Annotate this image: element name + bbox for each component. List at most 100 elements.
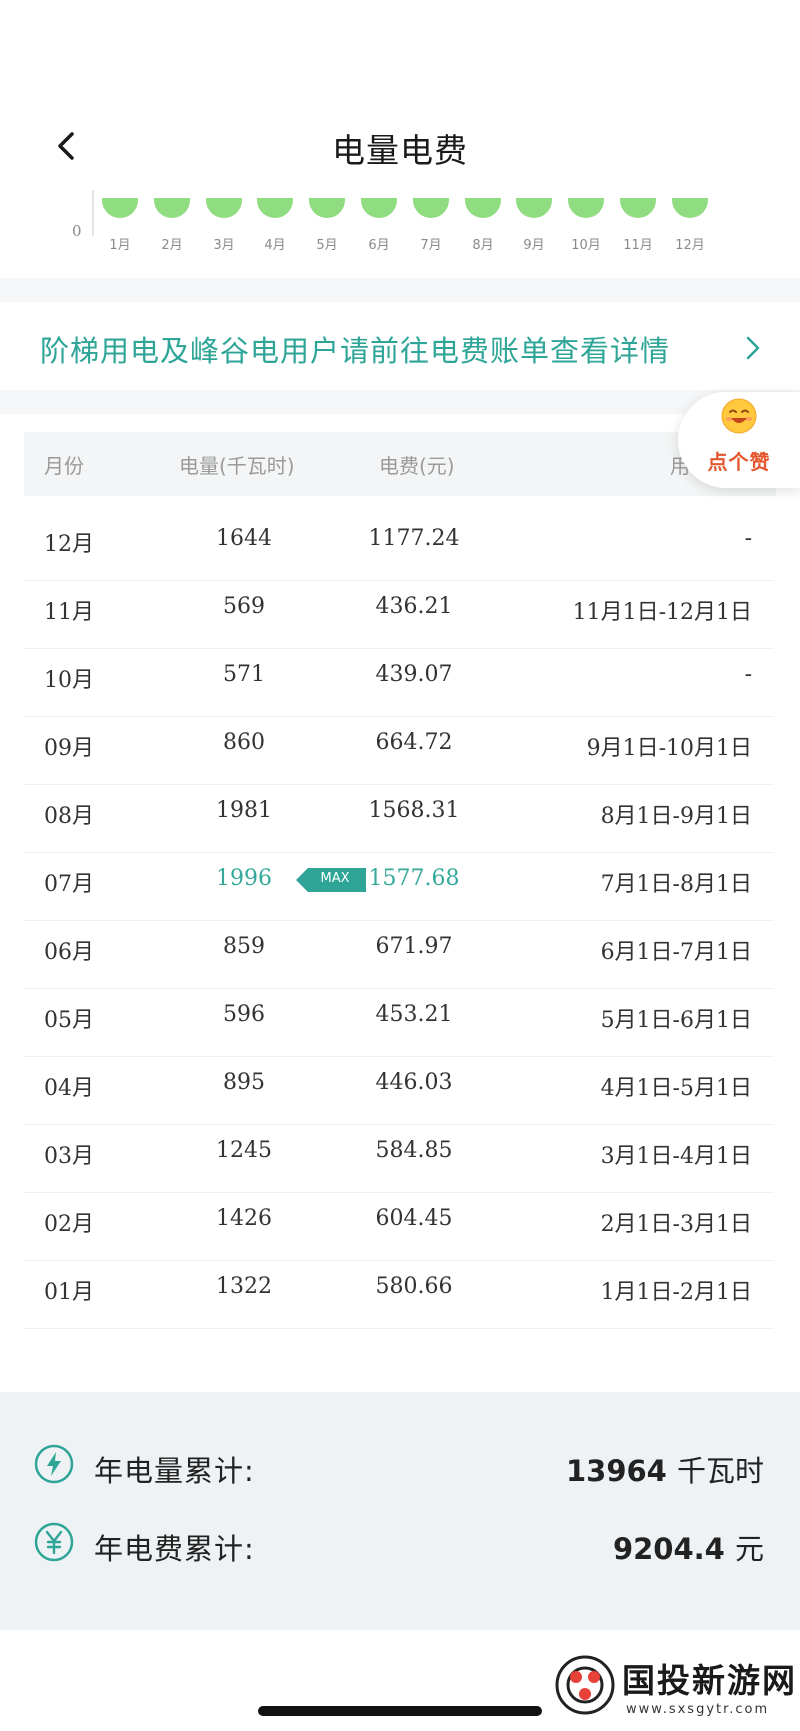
chart-bar-3[interactable]: 3月 <box>204 190 244 260</box>
cell-fee: 446.03 <box>375 1070 453 1095</box>
chart-month-label: 2月 <box>161 238 183 253</box>
header-fee: 电费(元) <box>379 454 455 478</box>
chart-bar-1[interactable]: 1月 <box>100 190 140 260</box>
cell-month: 09月 <box>44 736 94 761</box>
table-header: 月份 电量(千瓦时) 电费(元) 用 <box>24 432 776 496</box>
home-indicator[interactable] <box>258 1706 542 1716</box>
chart-bar-11[interactable]: 11月 <box>618 190 658 260</box>
cell-fee: 436.21 <box>375 594 453 619</box>
cell-kwh: 1245 <box>216 1138 272 1163</box>
cell-kwh: 1996 <box>216 866 272 891</box>
cell-fee: 664.72 <box>375 730 453 755</box>
cell-month: 03月 <box>44 1144 94 1169</box>
cell-fee: 584.85 <box>375 1138 453 1163</box>
table-row[interactable]: 06月 859 671.97 6月1日-7月1日 <box>24 914 774 989</box>
cell-month: 08月 <box>44 804 94 829</box>
chart-bar-8[interactable]: 8月 <box>463 190 503 260</box>
chart-bar-10[interactable]: 10月 <box>566 190 606 260</box>
cell-month: 01月 <box>44 1280 94 1305</box>
cell-kwh: 596 <box>223 1002 265 1027</box>
chart-month-label: 10月 <box>571 238 601 253</box>
cell-kwh: 569 <box>223 594 265 619</box>
max-badge: MAX <box>296 868 366 892</box>
chart-bar-4[interactable]: 4月 <box>255 190 295 260</box>
annual-kwh-row: 年电量累计: 13964 千瓦时 <box>0 1436 800 1496</box>
monthly-usage-chart: 0 1月 2月 3月 4月 5月 6月 7月 8月 9月 10月 11月 12月 <box>0 190 800 260</box>
table-row[interactable]: 07月 1996 1577.68 7月1日-8月1日 MAX <box>24 846 774 921</box>
annual-fee-label: 年电费累计: <box>94 1532 255 1566</box>
chart-month-label: 6月 <box>368 238 390 253</box>
cell-month: 04月 <box>44 1076 94 1101</box>
cell-period: 8月1日-9月1日 <box>600 804 752 829</box>
chart-bar-fill <box>620 198 656 218</box>
chart-bar-6[interactable]: 6月 <box>359 190 399 260</box>
chart-month-label: 7月 <box>420 238 442 253</box>
table-row[interactable]: 05月 596 453.21 5月1日-6月1日 <box>24 982 774 1057</box>
chart-bar-fill <box>568 198 604 218</box>
chevron-right-icon <box>746 336 760 360</box>
cell-kwh: 571 <box>223 662 265 687</box>
annual-kwh-label: 年电量累计: <box>94 1454 255 1488</box>
table-row[interactable]: 04月 895 446.03 4月1日-5月1日 <box>24 1050 774 1125</box>
chart-bar-fill <box>361 198 397 218</box>
chart-bar-2[interactable]: 2月 <box>152 190 192 260</box>
cell-fee: 439.07 <box>375 662 453 687</box>
table-row[interactable]: 09月 860 664.72 9月1日-10月1日 <box>24 710 774 785</box>
cell-month: 05月 <box>44 1008 94 1033</box>
chart-bar-fill <box>672 198 708 218</box>
smile-face-icon <box>721 398 757 434</box>
cell-month: 06月 <box>44 940 94 965</box>
watermark-logo-icon <box>555 1655 615 1715</box>
table-row[interactable]: 08月 1981 1568.31 8月1日-9月1日 <box>24 778 774 853</box>
annual-kwh-value: 13964 千瓦时 <box>565 1454 764 1488</box>
cell-period: 6月1日-7月1日 <box>600 940 752 965</box>
chart-month-label: 4月 <box>264 238 286 253</box>
cell-period: 11月1日-12月1日 <box>572 600 752 625</box>
cell-fee: 1568.31 <box>368 798 460 823</box>
chart-bar-fill <box>465 198 501 218</box>
table-row[interactable]: 03月 1245 584.85 3月1日-4月1日 <box>24 1118 774 1193</box>
cell-kwh: 1426 <box>216 1206 272 1231</box>
cell-period: 7月1日-8月1日 <box>600 872 752 897</box>
cell-period: 2月1日-3月1日 <box>600 1212 752 1237</box>
like-button[interactable]: 点个赞 <box>678 392 800 488</box>
cell-fee: 580.66 <box>375 1274 453 1299</box>
chart-bar-7[interactable]: 7月 <box>411 190 451 260</box>
cell-period: 9月1日-10月1日 <box>586 736 752 761</box>
chart-axis <box>92 190 94 236</box>
table-row[interactable]: 12月 1644 1177.24 - <box>24 506 774 581</box>
chart-bar-fill <box>257 198 293 218</box>
cell-kwh: 1981 <box>216 798 272 823</box>
cell-fee: 453.21 <box>375 1002 453 1027</box>
like-label: 点个赞 <box>707 450 771 474</box>
chart-bar-fill <box>413 198 449 218</box>
chart-bar-fill <box>102 198 138 218</box>
cell-fee: 604.45 <box>375 1206 453 1231</box>
yuan-icon <box>34 1522 74 1562</box>
table-row[interactable]: 10月 571 439.07 - <box>24 642 774 717</box>
chart-month-label: 1月 <box>109 238 131 253</box>
watermark-url: www.sxsgytr.com <box>626 1702 770 1717</box>
cell-period: 4月1日-5月1日 <box>600 1076 752 1101</box>
cell-kwh: 1322 <box>216 1274 272 1299</box>
cell-kwh: 860 <box>223 730 265 755</box>
chart-bar-12[interactable]: 12月 <box>670 190 710 260</box>
table-row[interactable]: 11月 569 436.21 11月1日-12月1日 <box>24 574 774 649</box>
table-row[interactable]: 02月 1426 604.45 2月1日-3月1日 <box>24 1186 774 1261</box>
cell-month: 02月 <box>44 1212 94 1237</box>
chart-month-label: 11月 <box>623 238 653 253</box>
chart-bar-fill <box>206 198 242 218</box>
chart-bar-5[interactable]: 5月 <box>307 190 347 260</box>
chart-bar-9[interactable]: 9月 <box>514 190 554 260</box>
bill-detail-link[interactable]: 阶梯用电及峰谷电用户请前往电费账单查看详情 <box>0 302 800 390</box>
usage-table: 月份 电量(千瓦时) 电费(元) 用 12月 1644 1177.24 - 11月 569… <box>0 414 800 1392</box>
cell-fee: 1577.68 <box>368 866 460 891</box>
cell-kwh: 1644 <box>216 526 272 551</box>
annual-fee-row: 年电费累计: 9204.4 元 <box>0 1514 800 1574</box>
table-row[interactable]: 01月 1322 580.66 1月1日-2月1日 <box>24 1254 774 1329</box>
header-month: 月份 <box>44 454 84 478</box>
max-badge-label: MAX <box>320 871 350 886</box>
chart-month-label: 12月 <box>675 238 705 253</box>
watermark-title: 国投新游网 <box>622 1661 797 1700</box>
bill-detail-text: 阶梯用电及峰谷电用户请前往电费账单查看详情 <box>40 334 671 368</box>
